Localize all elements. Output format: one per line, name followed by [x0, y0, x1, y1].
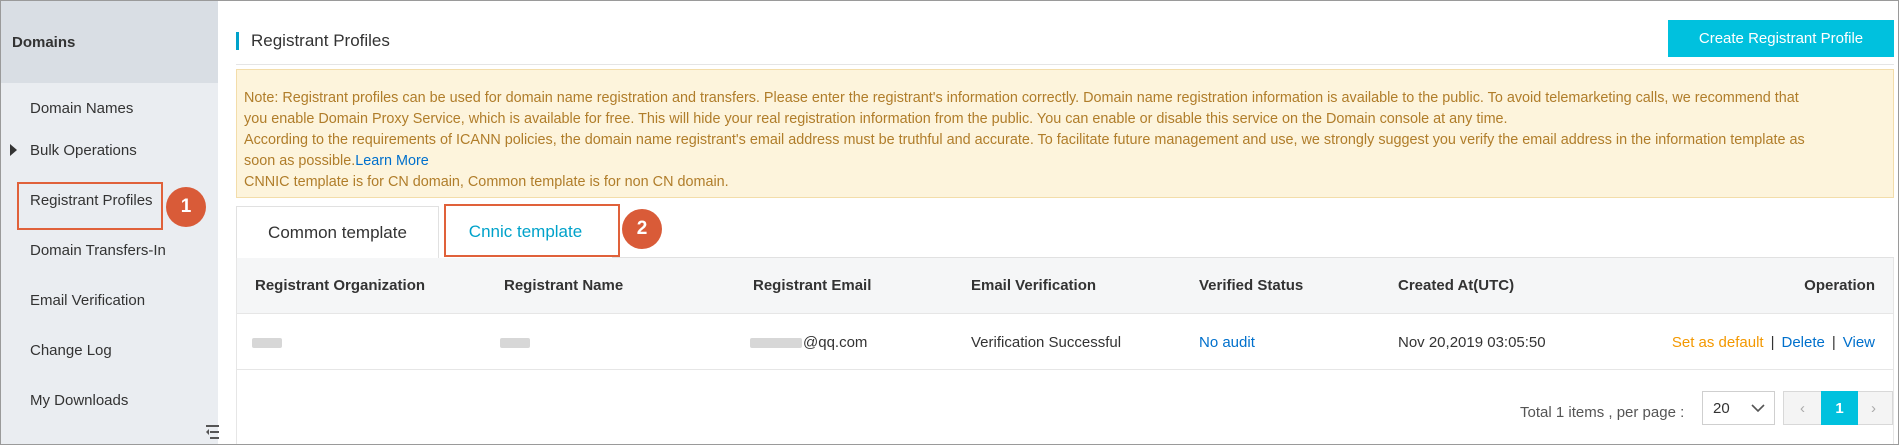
prev-page-button[interactable]: ‹	[1784, 392, 1821, 424]
annotation-box-1	[17, 182, 163, 230]
notice-banner: Note: Registrant profiles can be used fo…	[236, 69, 1894, 198]
notice-line: CNNIC template is for CN domain, Common …	[244, 174, 729, 190]
create-registrant-profile-button[interactable]: Create Registrant Profile	[1668, 20, 1894, 57]
sidebar-item-my-downloads[interactable]: My Downloads	[1, 375, 218, 425]
notice-line: soon as possible.Learn More	[244, 151, 1893, 172]
page-size-value: 20	[1713, 399, 1730, 417]
page-1-button[interactable]: 1	[1821, 391, 1858, 425]
page-size-select[interactable]: 20	[1702, 391, 1775, 425]
view-link[interactable]: View	[1843, 334, 1875, 351]
notice-text: soon as possible.	[244, 153, 356, 169]
sidebar-item-domain-transfers-in[interactable]: Domain Transfers-In	[1, 225, 218, 275]
table-row: @qq.com Verification Successful No audit…	[237, 314, 1893, 370]
table-header: Registrant Organization Registrant Name …	[237, 258, 1893, 314]
operation-separator: |	[1770, 334, 1775, 351]
tab-common-template[interactable]: Common template	[236, 206, 439, 258]
next-page-button[interactable]: ›	[1855, 392, 1892, 424]
chevron-down-icon	[1751, 404, 1765, 413]
cell-created-at: Nov 20,2019 03:05:50	[1398, 334, 1546, 351]
column-header-created-at: Created At(UTC)	[1398, 277, 1515, 294]
column-header-email: Registrant Email	[753, 277, 872, 294]
page-title: Registrant Profiles	[251, 31, 390, 50]
email-redacted	[750, 338, 802, 349]
annotation-step-1: 1	[166, 187, 206, 227]
email-suffix: @qq.com	[803, 334, 868, 351]
cell-email-verification: Verification Successful	[971, 334, 1122, 351]
sidebar-item-label: Domain Transfers-In	[30, 241, 166, 259]
pagination-total: Total 1 items , per page :	[1520, 404, 1685, 421]
operation-separator: |	[1831, 334, 1836, 351]
notice-line: you enable Domain Proxy Service, which i…	[244, 111, 1508, 127]
sidebar-item-label: Domain Names	[30, 99, 134, 117]
column-header-name: Registrant Name	[504, 277, 624, 294]
page-header: Registrant Profiles	[236, 31, 390, 51]
sidebar-item-label: Bulk Operations	[30, 141, 137, 159]
column-header-operation: Operation	[1804, 277, 1875, 294]
column-header-organization: Registrant Organization	[255, 277, 426, 294]
column-header-email-verification: Email Verification	[971, 277, 1097, 294]
cell-organization-redacted	[252, 334, 282, 351]
sidebar-item-bulk-operations[interactable]: Bulk Operations	[1, 125, 218, 175]
delete-link[interactable]: Delete	[1781, 334, 1824, 351]
annotation-step-2: 2	[622, 209, 662, 249]
verified-status-link[interactable]: No audit	[1199, 334, 1255, 351]
notice-line: According to the requirements of ICANN p…	[244, 132, 1805, 148]
learn-more-link[interactable]: Learn More	[355, 153, 429, 169]
sidebar-item-label: My Downloads	[30, 391, 129, 409]
sidebar-item-label: Email Verification	[30, 291, 146, 309]
column-header-verified-status: Verified Status	[1199, 277, 1304, 294]
sidebar-item-email-verification[interactable]: Email Verification	[1, 275, 218, 325]
set-as-default-link[interactable]: Set as default	[1672, 334, 1764, 351]
sidebar-item-label: Change Log	[30, 341, 112, 359]
header-divider	[236, 64, 1894, 65]
sidebar-header: Domains	[1, 1, 218, 83]
cell-name-redacted	[500, 334, 530, 351]
caret-right-icon	[10, 144, 17, 156]
sidebar-item-change-log[interactable]: Change Log	[1, 325, 218, 375]
pager: ‹ 1 ›	[1783, 391, 1893, 425]
registrant-table: Registrant Organization Registrant Name …	[236, 258, 1894, 444]
annotation-box-2	[444, 204, 620, 257]
cell-email: @qq.com	[750, 334, 867, 351]
title-accent-bar	[236, 32, 239, 50]
notice-line: Note: Registrant profiles can be used fo…	[244, 90, 1799, 106]
cell-operations: Set as default | Delete | View	[1672, 334, 1875, 351]
